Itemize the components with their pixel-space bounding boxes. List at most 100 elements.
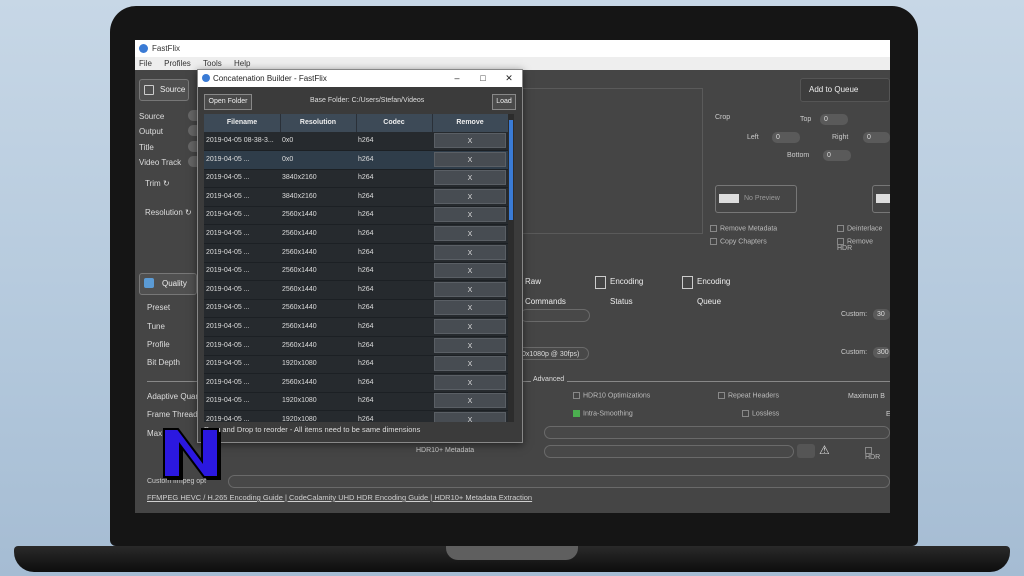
table-row[interactable]: 2019-04-05 08-38-3... 0x0 h264 X bbox=[204, 132, 508, 151]
crop-right-field[interactable]: 0 bbox=[863, 132, 890, 143]
remove-row-button[interactable]: X bbox=[434, 337, 506, 353]
remove-row-button[interactable]: X bbox=[434, 207, 506, 223]
copy-chapters-checkbox[interactable]: Copy Chapters bbox=[710, 238, 767, 245]
custom-crf-field[interactable]: 30 bbox=[873, 309, 890, 320]
cell-filename: 2019-04-05 ... bbox=[206, 248, 250, 256]
tab-encoding-queue[interactable]: Encoding Queue bbox=[682, 272, 730, 306]
load-button[interactable]: Load bbox=[492, 94, 516, 110]
crop-bottom-field[interactable]: 0 bbox=[823, 150, 851, 161]
column-filename[interactable]: Filename bbox=[204, 114, 281, 132]
max-field[interactable] bbox=[544, 426, 890, 439]
table-row[interactable]: 2019-04-05 ... 2560x1440 h264 X bbox=[204, 299, 508, 319]
table-row[interactable]: 2019-04-05 ... 3840x2160 h264 X bbox=[204, 169, 508, 189]
advanced-label: Advanced bbox=[533, 376, 565, 383]
fastflix-logo-icon bbox=[202, 74, 210, 82]
remove-row-button[interactable]: X bbox=[434, 226, 506, 241]
video-track-label: Video Track bbox=[139, 158, 182, 167]
window-title: FastFlix bbox=[152, 44, 180, 53]
table-row[interactable]: 2019-04-05 ... 2560x1440 h264 X bbox=[204, 318, 508, 337]
crop-top-label: Top bbox=[800, 116, 812, 123]
add-to-queue-button[interactable]: Add to Queue bbox=[800, 78, 890, 102]
tab-raw-commands[interactable]: Raw Commands bbox=[525, 272, 566, 306]
remove-row-button[interactable]: X bbox=[434, 281, 506, 297]
cell-codec: h264 bbox=[358, 323, 374, 330]
remove-row-button[interactable]: X bbox=[434, 393, 506, 409]
menu-tools[interactable]: Tools bbox=[203, 59, 222, 68]
remove-row-button[interactable]: X bbox=[434, 170, 506, 186]
table-scrollbar[interactable] bbox=[508, 114, 514, 422]
lossless-checkbox[interactable]: Lossless bbox=[742, 410, 779, 417]
scrollbar-thumb[interactable] bbox=[509, 120, 513, 220]
table-row[interactable]: 2019-04-05 ... 2560x1440 h264 X bbox=[204, 281, 508, 300]
table-row[interactable]: 2019-04-05 ... 2560x1440 h264 X bbox=[204, 225, 508, 244]
trim-label[interactable]: Trim ↻ bbox=[145, 179, 170, 188]
table-row[interactable]: 2019-04-05 ... 2560x1440 h264 X bbox=[204, 244, 508, 263]
quality-button[interactable]: Quality bbox=[139, 273, 197, 295]
source-button[interactable]: Source bbox=[139, 79, 189, 101]
hdr-checkbox[interactable]: HDR bbox=[865, 447, 890, 461]
remove-row-button[interactable]: X bbox=[434, 263, 506, 279]
remove-metadata-checkbox[interactable]: Remove Metadata bbox=[710, 225, 777, 232]
remove-row-button[interactable]: X bbox=[434, 300, 506, 316]
menu-help[interactable]: Help bbox=[234, 59, 250, 68]
tab-encoding-status[interactable]: Encoding Status bbox=[595, 272, 643, 306]
table-row[interactable]: 2019-04-05 ... 1920x1080 h264 X bbox=[204, 355, 508, 375]
table-row[interactable]: 2019-04-05 ... 2560x1440 h264 X bbox=[204, 374, 508, 393]
hdr10-optimizations-checkbox[interactable]: HDR10 Optimizations bbox=[573, 392, 650, 399]
folder-icon-button[interactable] bbox=[797, 444, 815, 458]
table-row[interactable]: 2019-04-05 ... 1920x1080 h264 X bbox=[204, 392, 508, 412]
remove-hdr-checkbox[interactable]: Remove HDR bbox=[837, 238, 890, 252]
intra-smoothing-checkbox[interactable]: Intra-Smoothing bbox=[573, 410, 633, 417]
crop-left-field[interactable]: 0 bbox=[772, 132, 800, 143]
table-row[interactable]: 2019-04-05 ... 3840x2160 h264 X bbox=[204, 188, 508, 207]
crf-field[interactable] bbox=[520, 309, 590, 322]
hdr10-plus-metadata-field[interactable] bbox=[544, 445, 794, 458]
resolution-label[interactable]: Resolution ↻ bbox=[145, 208, 192, 217]
bitrate-field[interactable]: 0x1080p @ 30fps) bbox=[515, 347, 589, 360]
warning-icon: ⚠ bbox=[819, 443, 830, 457]
column-codec[interactable]: Codec bbox=[356, 114, 433, 132]
remove-row-button[interactable]: X bbox=[434, 319, 506, 334]
bit-depth-label: Bit Depth bbox=[147, 358, 180, 367]
cell-codec: h264 bbox=[358, 248, 374, 256]
no-preview-button[interactable]: No Preview bbox=[715, 185, 797, 213]
cell-resolution: 2560x1440 bbox=[282, 230, 317, 237]
repeat-headers-checkbox[interactable]: Repeat Headers bbox=[718, 392, 779, 399]
remove-row-button[interactable]: X bbox=[434, 133, 506, 148]
custom-bitrate-field[interactable]: 300 bbox=[873, 347, 890, 358]
custom-ffmpeg-field[interactable] bbox=[228, 475, 890, 488]
open-folder-button[interactable]: Open Folder bbox=[204, 94, 252, 110]
remove-row-button[interactable]: X bbox=[434, 244, 506, 260]
concatenation-builder-dialog: Concatenation Builder - FastFlix – □ ✕ O… bbox=[197, 69, 523, 443]
close-icon[interactable]: ✕ bbox=[496, 70, 522, 87]
no-preview-button-2[interactable] bbox=[872, 185, 890, 213]
guide-links[interactable]: FFMPEG HEVC / H.265 Encoding Guide | Cod… bbox=[147, 493, 532, 502]
table-row[interactable]: 2019-04-05 ... 2560x1440 h264 X bbox=[204, 206, 508, 226]
crop-right-label: Right bbox=[832, 134, 849, 141]
remove-row-button[interactable]: X bbox=[434, 188, 506, 204]
minimize-icon[interactable]: – bbox=[444, 70, 470, 87]
dialog-title: Concatenation Builder - FastFlix bbox=[213, 74, 327, 83]
menu-profiles[interactable]: Profiles bbox=[164, 59, 191, 68]
maximize-icon[interactable]: □ bbox=[470, 70, 496, 87]
cell-codec: h264 bbox=[358, 304, 374, 312]
remove-row-button[interactable]: X bbox=[434, 151, 506, 167]
remove-row-button[interactable]: X bbox=[434, 412, 506, 422]
table-row[interactable]: 2019-04-05 ... 1920x1080 h264 X bbox=[204, 411, 508, 422]
remove-row-button[interactable]: X bbox=[434, 356, 506, 372]
cell-resolution: 1920x1080 bbox=[282, 360, 317, 368]
table-row[interactable]: 2019-04-05 ... 0x0 h264 X bbox=[204, 150, 508, 170]
thumbnail-icon bbox=[719, 194, 739, 203]
max-b-label: Maximum B bbox=[848, 393, 885, 400]
cell-filename: 2019-04-05 ... bbox=[206, 230, 250, 237]
crop-top-field[interactable]: 0 bbox=[820, 114, 848, 125]
table-row[interactable]: 2019-04-05 ... 2560x1440 h264 X bbox=[204, 337, 508, 356]
table-row[interactable]: 2019-04-05 ... 2560x1440 h264 X bbox=[204, 262, 508, 282]
remove-row-button[interactable]: X bbox=[434, 374, 506, 390]
menu-file[interactable]: File bbox=[139, 59, 152, 68]
deinterlace-checkbox[interactable]: Deinterlace bbox=[837, 225, 882, 232]
cell-resolution: 3840x2160 bbox=[282, 192, 317, 200]
column-resolution[interactable]: Resolution bbox=[280, 114, 357, 132]
column-remove[interactable]: Remove bbox=[432, 114, 508, 132]
cell-codec: h264 bbox=[358, 211, 374, 219]
